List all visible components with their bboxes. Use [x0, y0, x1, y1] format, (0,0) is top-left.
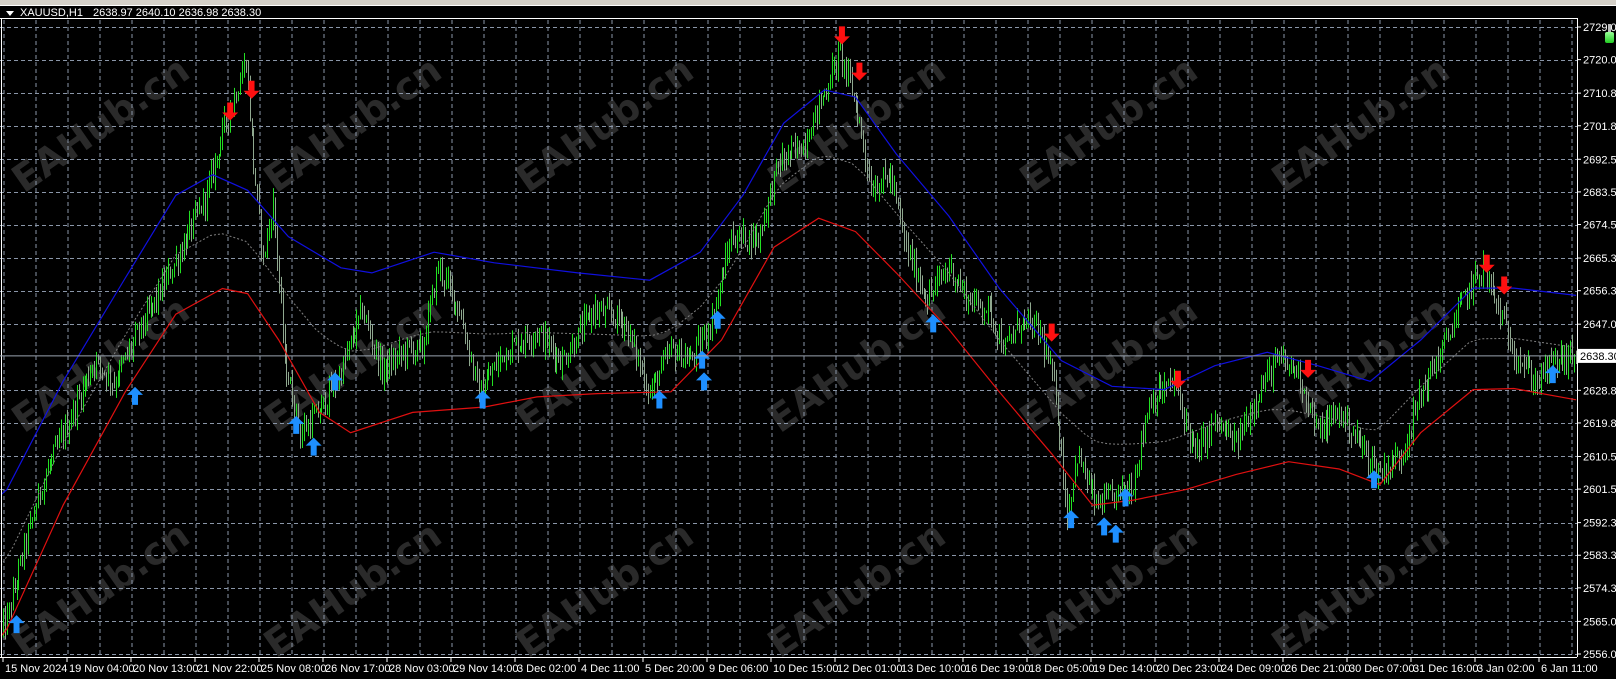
time-tick-label: 19 Nov 04:00: [69, 663, 134, 675]
time-tick-label: 5 Dec 20:00: [645, 663, 704, 675]
price-tick-label: 2583.30: [1583, 550, 1616, 562]
time-tick-label: 24 Dec 09:00: [1221, 663, 1286, 675]
watermark-text: EAHub.cn: [1012, 287, 1206, 441]
time-tick-label: 20 Dec 23:00: [1157, 663, 1222, 675]
watermark-layer: EAHub.cn EAHub.cn EAHub.cn EAHub.cn EAHub.cn…: [4, 47, 1458, 666]
ohlc-readout: 2638.97 2640.10 2636.98 2638.30: [92, 7, 262, 19]
time-tick-label: 26 Dec 21:00: [1285, 663, 1350, 675]
chart-header: XAUUSD,H1 2638.97 2640.10 2636.98 2638.3…: [6, 7, 261, 19]
dropdown-triangle-icon[interactable]: [6, 10, 14, 16]
time-tick-label: 19 Dec 14:00: [1093, 663, 1158, 675]
price-tick-label: 2610.55: [1583, 451, 1616, 463]
sell-arrow-icon: [243, 80, 260, 99]
shift-knob-icon[interactable]: [1605, 32, 1614, 43]
price-tick-label: 2665.30: [1583, 253, 1616, 265]
time-tick-label: 6 Jan 11:00: [1541, 663, 1598, 675]
time-tick-label: 16 Dec 19:00: [965, 663, 1030, 675]
watermark-text: EAHub.cn: [760, 512, 954, 666]
watermark-text: EAHub.cn: [4, 47, 198, 201]
buy-arrow-icon: [696, 372, 713, 391]
time-tick-label: 13 Dec 10:00: [901, 663, 966, 675]
time-tick-label: 30 Dec 07:00: [1349, 663, 1414, 675]
time-tick-label: 18 Dec 05:00: [1029, 663, 1094, 675]
price-tick-label: 2619.80: [1583, 418, 1616, 430]
watermark-text: EAHub.cn: [1264, 287, 1458, 441]
buy-arrow-icon: [1096, 517, 1113, 536]
time-tick-label: 28 Nov 03:00: [389, 663, 454, 675]
watermark-text: EAHub.cn: [508, 47, 702, 201]
watermark-text: EAHub.cn: [1012, 512, 1206, 666]
price-tick-label: 2647.05: [1583, 319, 1616, 331]
price-tick-label: 2674.55: [1583, 220, 1616, 232]
time-tick-label: 21 Nov 22:00: [197, 663, 262, 675]
price-tick-label: 2656.30: [1583, 286, 1616, 298]
time-tick-label: 12 Dec 01:00: [837, 663, 902, 675]
price-tick-label: 2601.55: [1583, 484, 1616, 496]
time-tick-label: 25 Nov 08:00: [261, 663, 326, 675]
price-tick-label: 2574.30: [1583, 583, 1616, 595]
price-chart[interactable]: EAHub.cn EAHub.cn EAHub.cn EAHub.cn EAHub.cn…: [0, 0, 1616, 679]
time-tick-label: 9 Dec 06:00: [709, 663, 768, 675]
buy-arrow-icon: [1063, 510, 1080, 529]
price-tick-label: 2692.55: [1583, 154, 1616, 166]
price-tick-label: 2628.80: [1583, 385, 1616, 397]
time-tick-label: 3 Dec 02:00: [517, 663, 576, 675]
time-tick-label: 20 Nov 13:00: [133, 663, 198, 675]
price-tick-label: 2720.05: [1583, 55, 1616, 67]
watermark-text: EAHub.cn: [4, 512, 198, 666]
time-tick-label: 31 Dec 16:00: [1413, 663, 1478, 675]
sell-arrow-icon: [1478, 254, 1495, 273]
watermark-text: EAHub.cn: [508, 287, 702, 441]
shift-stem: [1608, 24, 1611, 32]
buy-arrow-icon: [1107, 524, 1124, 543]
sell-arrow-icon: [851, 62, 868, 81]
price-tick-label: 2565.05: [1583, 616, 1616, 628]
price-tick-label: 2701.80: [1583, 121, 1616, 133]
watermark-text: EAHub.cn: [508, 512, 702, 666]
current-price-label: 2638.30: [1580, 351, 1616, 363]
watermark-text: EAHub.cn: [1264, 47, 1458, 201]
price-tick-label: 2592.30: [1583, 518, 1616, 530]
price-tick-label: 2556.05: [1583, 649, 1616, 661]
watermark-text: EAHub.cn: [1012, 47, 1206, 201]
symbol-label: XAUUSD,H1: [20, 7, 83, 19]
time-tick-label: 3 Jan 02:00: [1477, 663, 1535, 675]
time-tick-label: 4 Dec 11:00: [581, 663, 640, 675]
time-tick-label: 26 Nov 17:00: [325, 663, 390, 675]
price-tick-label: 2710.80: [1583, 88, 1616, 100]
buy-arrow-icon: [127, 386, 144, 405]
buy-arrow-icon: [305, 437, 322, 456]
chart-shift-marker[interactable]: [1605, 24, 1614, 44]
watermark-text: EAHub.cn: [760, 287, 954, 441]
buy-arrow-icon: [651, 390, 668, 409]
watermark-text: EAHub.cn: [1264, 512, 1458, 666]
signal-arrows: [8, 26, 1561, 634]
time-tick-label: 29 Nov 14:00: [453, 663, 518, 675]
time-tick-label: 10 Dec 15:00: [773, 663, 838, 675]
price-tick-label: 2683.55: [1583, 187, 1616, 199]
time-tick-label: 15 Nov 2024: [5, 663, 67, 675]
